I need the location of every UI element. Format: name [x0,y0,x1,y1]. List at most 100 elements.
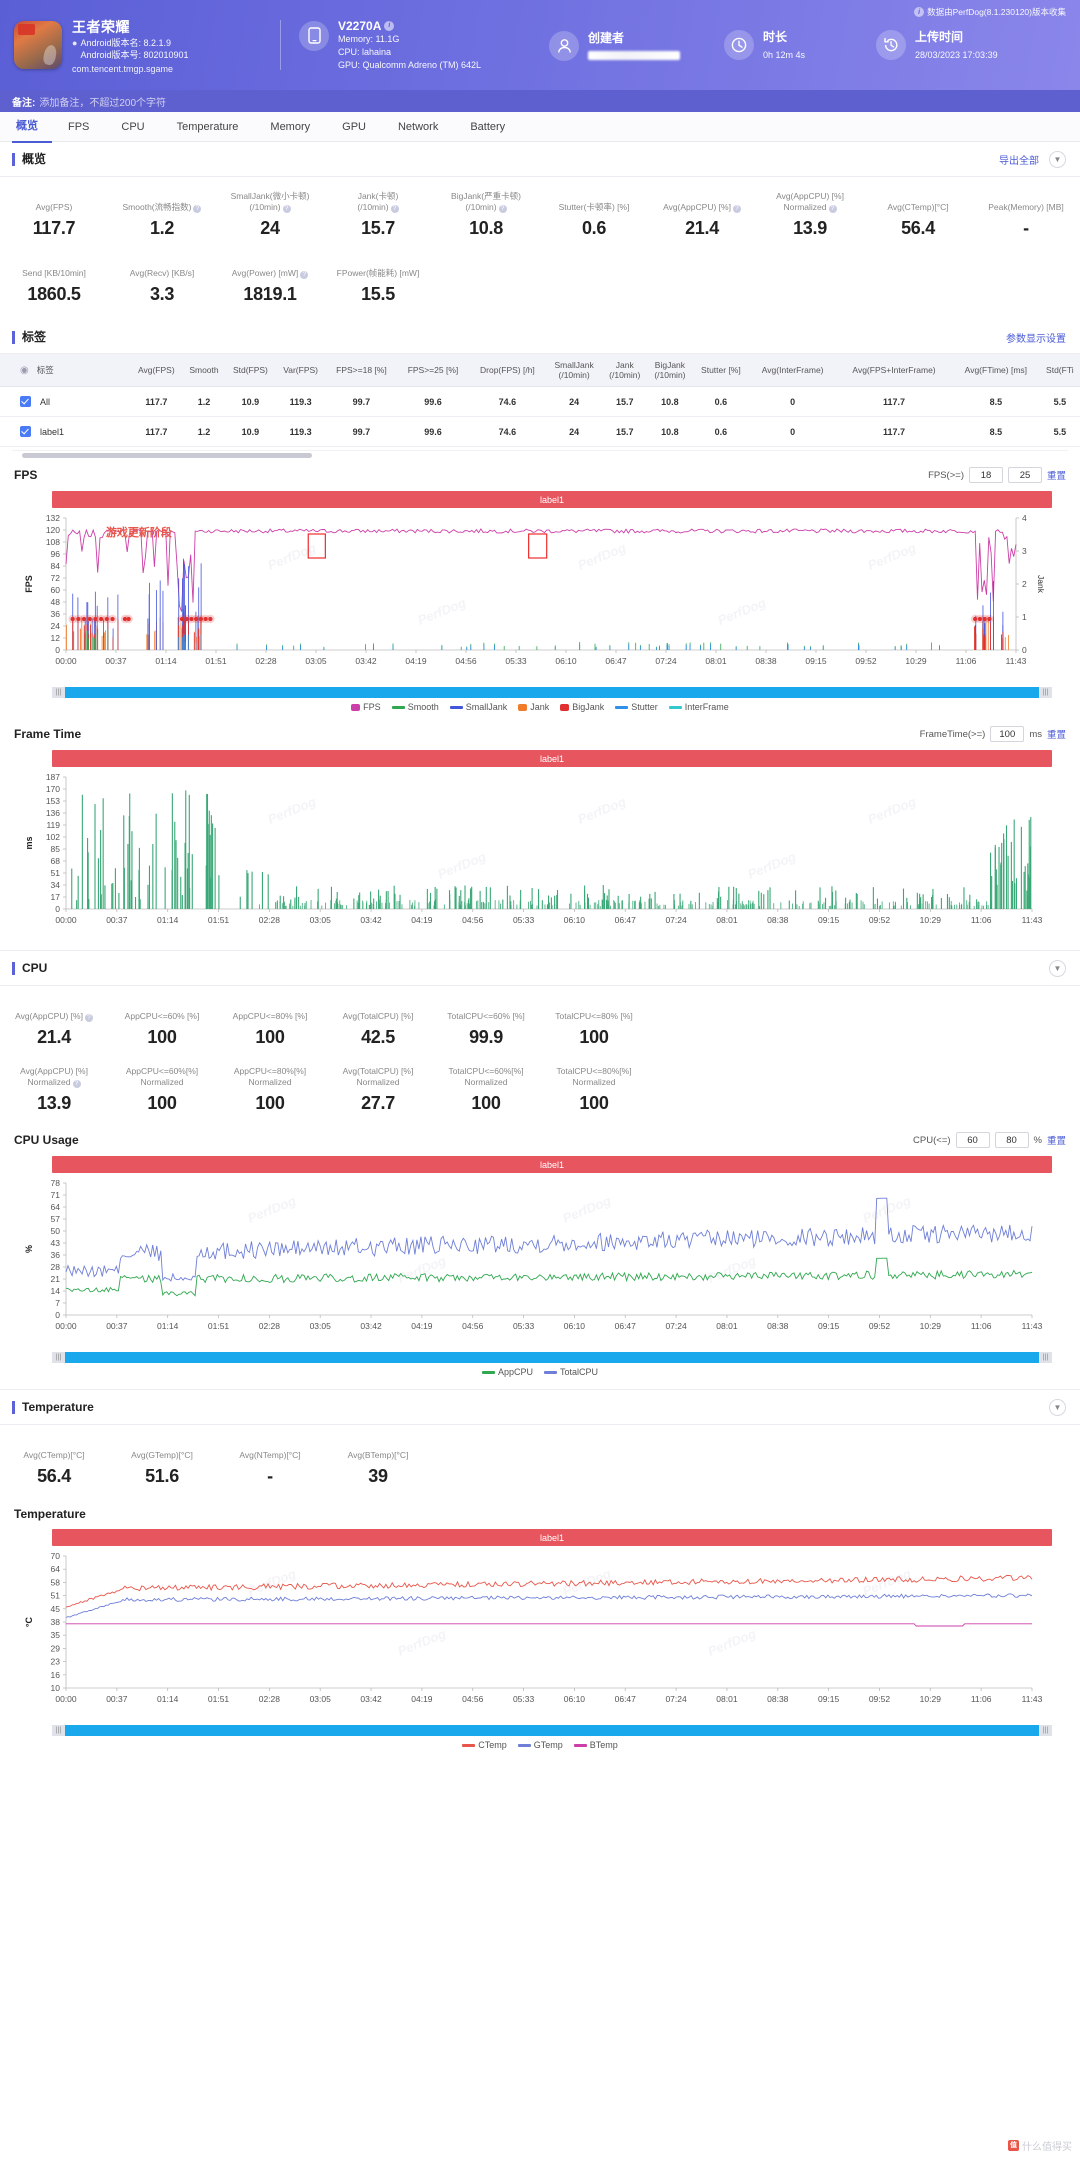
stat-value: 51.6 [145,1466,179,1486]
temperature-collapse-icon[interactable]: ▼ [1049,1399,1066,1416]
tags-horizontal-scrollbar[interactable] [12,450,1068,459]
overview-collapse-icon[interactable]: ▼ [1049,151,1066,168]
fps-plot[interactable]: 0 12 24 36 48 60 72 84 96 108 120 132 0 1 2 3 4 Jank 00:00… [20,510,1052,685]
tab-overview[interactable]: 概览 [12,111,52,143]
tab-fps[interactable]: FPS [52,112,105,142]
tags-section-header: 标签 参数显示设置 [0,321,1080,354]
tags-table-body: All 117.7 1.2 10.9 119.3 99.7 99.6 74.6 24 15.7 10… [0,386,1080,447]
cpu-scroll-left-grip[interactable]: ||| [52,1352,65,1363]
tab-cpu[interactable]: CPU [105,112,160,142]
tag-name-cell[interactable]: All [0,386,130,417]
legend-swatch [573,1743,587,1747]
help-icon[interactable]: ? [390,205,399,213]
scroll-bar-fill[interactable] [65,687,1039,698]
svg-text:08:01: 08:01 [716,1321,738,1331]
tab-gpu[interactable]: GPU [326,112,382,142]
device-memory: Memory: 11.1G [338,33,400,44]
help-icon[interactable]: ? [732,205,741,213]
tags-column-header: BigJank (/10min) [647,354,693,387]
table-cell: 99.6 [397,386,469,417]
fps-timeline-scrollbar[interactable]: ||| ||| [52,687,1052,698]
legend-item[interactable]: BTemp [573,1740,618,1750]
row-checkbox[interactable] [20,426,31,437]
row-checkbox[interactable] [20,396,31,407]
tab-network[interactable]: Network [382,112,454,142]
stat-item: Avg(TotalCPU) [%] 42.5 [324,998,432,1048]
frametime-plot[interactable]: 0 17 34 51 68 85 102 119 136 153 170 187 00:00 00:37 0… [20,769,1052,944]
tag-name-cell[interactable]: label1 [0,416,130,447]
tags-column-header: Jank (/10min) [602,354,648,387]
legend-item[interactable]: CTemp [462,1740,507,1750]
stat-label: Avg(Power) [mW]? [216,255,324,279]
cpu-scroll-bar-fill[interactable] [65,1352,1039,1363]
eye-icon[interactable]: ◉ [20,365,29,376]
legend-item[interactable]: BigJank [560,702,604,712]
stat-label: Avg(Recv) [KB/s] [129,268,195,278]
fps-reset-button[interactable]: 重置 [1047,468,1066,482]
svg-text:07:24: 07:24 [665,1321,687,1331]
stat-item: TotalCPU<=60%[%] Normalized 100 [432,1064,540,1114]
legend-item[interactable]: FPS [351,702,381,712]
temperature-plot[interactable]: 10 16 23 29 35 38 45 51 58 64 70 00:00 00:37 01:14 01:… [20,1548,1052,1723]
stat-label: TotalCPU<=80%[%] Normalized [556,1066,632,1087]
help-icon[interactable]: ? [193,205,202,213]
cpu-threshold-input-2[interactable]: 80 [994,1132,1029,1148]
legend-item[interactable]: GTemp [517,1740,563,1750]
help-icon[interactable]: ? [828,205,837,213]
legend-label: TotalCPU [560,1367,599,1377]
fps-threshold-input-2[interactable]: 25 [1007,467,1042,483]
temperature-legend: CTemp GTemp BTemp [0,1736,1080,1756]
cpu-reset-button[interactable]: 重置 [1047,1133,1066,1147]
export-all-button[interactable]: 导出全部 [999,152,1039,167]
table-row[interactable]: All 117.7 1.2 10.9 119.3 99.7 99.6 74.6 24 15.7 10… [0,386,1080,417]
svg-text:85: 85 [51,844,61,854]
stat-item: Stutter(卡顿率) [%] 0.6 [540,189,648,239]
help-icon[interactable]: ? [72,1080,81,1088]
svg-text:21: 21 [51,1274,61,1284]
temp-scroll-left-grip[interactable]: ||| [52,1725,65,1736]
temp-scroll-right-grip[interactable]: ||| [1039,1725,1052,1736]
legend-item[interactable]: AppCPU [481,1367,533,1377]
cpu-scroll-right-grip[interactable]: ||| [1039,1352,1052,1363]
legend-item[interactable]: Jank [518,702,549,712]
table-row[interactable]: label1 117.7 1.2 10.9 119.3 99.7 99.6 74.6 24 15.… [0,416,1080,447]
legend-item[interactable]: InterFrame [668,702,729,712]
tab-battery[interactable]: Battery [454,112,521,142]
table-cell: 74.6 [468,386,547,417]
tags-column-header: Std(FTi [1039,354,1080,387]
svg-text:03:42: 03:42 [355,656,377,666]
help-icon[interactable]: ? [498,205,507,213]
remark-bar[interactable]: 备注: 添加备注，不超过200个字符 [0,90,1080,112]
frametime-reset-button[interactable]: 重置 [1047,727,1066,741]
help-icon[interactable]: ? [84,1014,93,1022]
scroll-right-grip[interactable]: ||| [1039,687,1052,698]
cpu-timeline-scrollbar[interactable]: ||| ||| [52,1352,1052,1363]
help-icon[interactable]: ? [282,205,291,213]
table-cell: 117.7 [836,416,953,447]
legend-item[interactable]: Stutter [615,702,658,712]
cpu-plot[interactable]: 0 7 14 21 28 36 43 50 57 64 71 78 00:00 00:37 01:14 01:… [20,1175,1052,1350]
temperature-timeline-scrollbar[interactable]: ||| ||| [52,1725,1052,1736]
scroll-left-grip[interactable]: ||| [52,687,65,698]
scroll-thumb[interactable] [22,453,312,458]
legend-item[interactable]: Smooth [391,702,439,712]
cpu-threshold-input-1[interactable]: 60 [955,1132,990,1148]
fps-threshold-input-1[interactable]: 18 [968,467,1003,483]
overview-title: 概览 [12,153,46,166]
upload-value: 28/03/2023 17:03:39 [915,50,998,60]
temp-scroll-bar-fill[interactable] [65,1725,1039,1736]
tab-temperature[interactable]: Temperature [161,112,255,142]
table-cell: 5.5 [1039,386,1080,417]
svg-text:10: 10 [51,1683,61,1693]
frametime-threshold-input[interactable]: 100 [990,726,1025,742]
main-tabs[interactable]: 概览 FPS CPU Temperature Memory GPU Networ… [0,111,1080,143]
cpu-collapse-icon[interactable]: ▼ [1049,960,1066,977]
svg-text:05:33: 05:33 [513,915,535,925]
legend-item[interactable]: SmallJank [449,702,507,712]
legend-item[interactable]: TotalCPU [544,1367,598,1377]
tab-memory[interactable]: Memory [254,112,326,142]
info-icon[interactable]: i [384,20,395,31]
help-icon[interactable]: ? [300,271,309,279]
svg-text:01:51: 01:51 [208,1694,230,1704]
param-settings-link[interactable]: 参数显示设置 [1006,330,1066,345]
